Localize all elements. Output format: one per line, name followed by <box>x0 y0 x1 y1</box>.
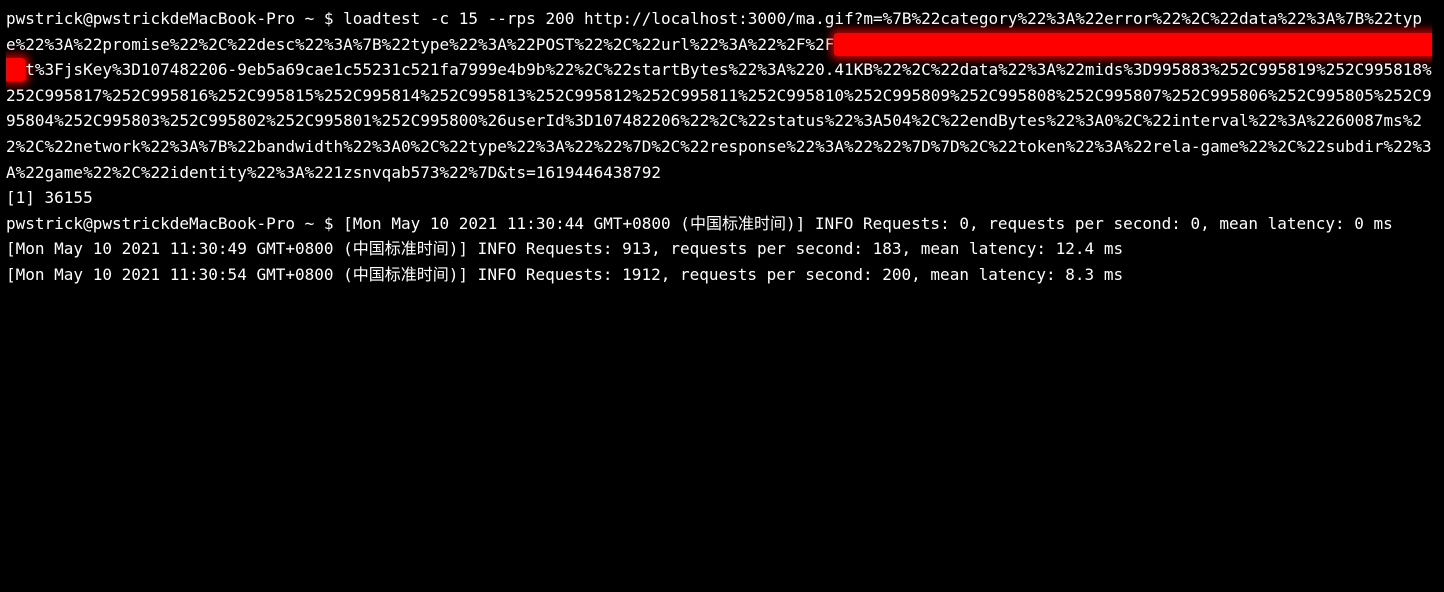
background-process-line: [1] 36155 <box>6 188 93 207</box>
log-output-line: [Mon May 10 2021 11:30:54 GMT+0800 (中国标准… <box>6 265 1123 284</box>
log-output-line: [Mon May 10 2021 11:30:44 GMT+0800 (中国标准… <box>343 214 1393 233</box>
log-output-line: [Mon May 10 2021 11:30:49 GMT+0800 (中国标准… <box>6 239 1123 258</box>
command-text-part2: t%3FjsKey%3D107482206-9eb5a69cae1c55231c… <box>6 60 1432 181</box>
terminal-output[interactable]: pwstrick@pwstrickdeMacBook-Pro ~ $ loadt… <box>6 6 1438 288</box>
shell-prompt: pwstrick@pwstrickdeMacBook-Pro ~ $ <box>6 214 343 233</box>
shell-prompt: pwstrick@pwstrickdeMacBook-Pro ~ $ <box>6 9 343 28</box>
